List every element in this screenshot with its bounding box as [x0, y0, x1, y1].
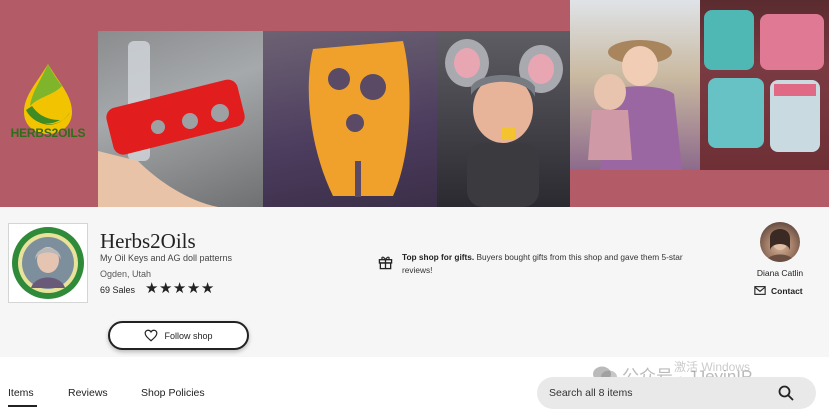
- banner-photo-red-oil-key: [98, 31, 263, 207]
- shop-tagline: My Oil Keys and AG doll patterns: [100, 253, 233, 263]
- shop-search-bar: [537, 377, 816, 409]
- top-shop-title: Top shop for gifts.: [402, 252, 475, 262]
- shop-avatar: [8, 223, 88, 303]
- star-icon: ★: [200, 280, 215, 297]
- star-icon: ★: [158, 280, 173, 297]
- gift-icon: [378, 256, 393, 270]
- shop-name: Herbs2Oils: [100, 229, 196, 253]
- contact-owner-link[interactable]: Contact: [754, 285, 803, 296]
- shop-location: Ogden, Utah: [100, 269, 152, 279]
- active-tab-indicator: [8, 405, 37, 407]
- banner-photo-cheese-oil-key: [263, 31, 437, 207]
- star-icon: ★: [172, 280, 187, 297]
- banner-photo-knitted-doll-clothes: [700, 0, 829, 170]
- follow-shop-button[interactable]: Follow shop: [108, 321, 249, 350]
- shop-sales-count[interactable]: 69 Sales: [100, 285, 135, 295]
- owner-name[interactable]: Diana Catlin: [742, 268, 818, 278]
- star-icon: ★: [145, 280, 159, 297]
- shop-banner: HERBS2OILS: [0, 0, 829, 207]
- owner-avatar[interactable]: [760, 222, 800, 262]
- star-icon: ★: [186, 280, 201, 297]
- mail-icon: [754, 286, 766, 295]
- search-icon[interactable]: [778, 385, 794, 401]
- banner-photo-mouse-costume: [437, 31, 570, 207]
- logo-text: HERBS2OILS: [10, 126, 86, 140]
- tab-items[interactable]: Items: [8, 387, 34, 399]
- tab-reviews[interactable]: Reviews: [68, 387, 108, 399]
- search-input[interactable]: [549, 387, 764, 399]
- contact-label: Contact: [771, 285, 803, 296]
- top-shop-badge: Top shop for gifts. Buyers bought gifts …: [402, 251, 708, 277]
- shop-tabs: Items Reviews Shop Policies: [0, 384, 520, 409]
- follow-shop-label: Follow shop: [164, 330, 213, 341]
- banner-photo-girl-with-doll: [570, 0, 700, 170]
- heart-icon: [145, 329, 158, 342]
- tab-shop-policies[interactable]: Shop Policies: [141, 387, 205, 399]
- star-rating[interactable]: ★★★★★: [145, 281, 215, 297]
